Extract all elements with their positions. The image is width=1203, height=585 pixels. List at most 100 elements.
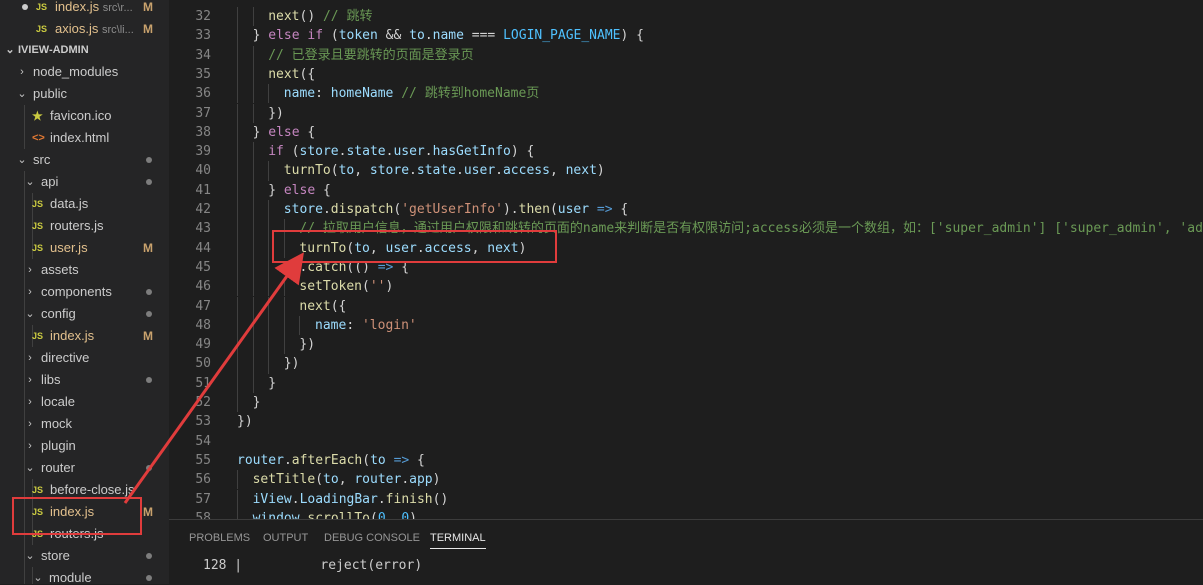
file-item[interactable]: JS before-close.js — [0, 479, 169, 501]
code-token: ( — [330, 163, 339, 179]
line-number: 33 — [195, 28, 211, 44]
code-editor[interactable]: 32 next() // 跳转 33 } else if (token && to.n… — [169, 0, 1203, 519]
code-text: // 已登录且要跳转的页面是登录页 — [268, 46, 473, 65]
code-line[interactable]: 43 // 拉取用户信息，通过用户权限和跳转的页面的name来判断是否有权限访问;… — [169, 219, 1203, 239]
code-line[interactable]: 32 next() // 跳转 — [169, 7, 1203, 27]
code-line[interactable]: 33 } else if (token && to.name === LOGIN_… — [169, 26, 1203, 46]
open-editor-item[interactable]: JS axios.js src\li... M — [0, 18, 169, 40]
tab-debug-console[interactable]: DEBUG CONSOLE — [324, 532, 420, 544]
code-line[interactable]: 52} — [169, 393, 1203, 413]
code-line[interactable]: 41} else { — [169, 180, 1203, 200]
folder-item[interactable]: ⌄ src — [0, 149, 169, 171]
file-item[interactable]: JS data.js — [0, 193, 169, 215]
code-token: ( — [283, 144, 300, 160]
code-line[interactable]: 35 next({ — [169, 64, 1203, 85]
code-text: iView.LoadingBar.finish() — [253, 490, 449, 509]
code-text: store.dispatch('getUserInfo').then(user … — [284, 200, 628, 219]
code-text: name: homeName // 跳转到homeName页 — [284, 84, 540, 103]
folder-item[interactable]: › mock — [0, 413, 169, 435]
tree-item-label: mock — [41, 416, 73, 431]
file-item[interactable]: JS user.js M — [0, 237, 169, 259]
indent-guide — [24, 567, 25, 584]
changes-dot-icon — [146, 289, 152, 295]
file-item[interactable]: JS routers.js — [0, 523, 169, 545]
code-line[interactable]: 53}) — [169, 412, 1203, 431]
file-item[interactable]: JS index.js M — [0, 501, 169, 523]
modified-badge: M — [143, 0, 153, 14]
folder-item[interactable]: ⌄ module — [0, 567, 169, 584]
folder-item[interactable]: ⌄ router — [0, 457, 169, 479]
folder-item[interactable]: › components — [0, 281, 169, 303]
code-line[interactable]: 56 setTitle(to, router.app) — [169, 470, 1203, 490]
folder-item[interactable]: › plugin — [0, 435, 169, 457]
modified-badge: M — [143, 22, 153, 36]
code-token: 0 — [377, 510, 386, 519]
code-token: => — [377, 259, 394, 275]
tree-item-label: api — [41, 174, 59, 189]
code-token: (() — [346, 259, 378, 275]
chevron-right-icon: › — [20, 66, 24, 78]
folder-item[interactable]: › directive — [0, 347, 169, 369]
tab-problems[interactable]: PROBLEMS — [189, 532, 250, 544]
code-line[interactable]: 42 store.dispatch('getUserInfo').then(use… — [169, 200, 1203, 220]
code-token: } — [268, 182, 284, 198]
file-item[interactable]: <> index.html — [0, 127, 169, 149]
code-text: if (store.state.user.hasGetInfo) { — [268, 142, 534, 161]
tree-item-label: store — [41, 548, 70, 563]
chevron-down-icon: ⌄ — [33, 572, 43, 584]
project-section-header[interactable]: ⌄ IVIEW-ADMIN — [0, 39, 169, 61]
code-line[interactable]: 57 iView.LoadingBar.finish() — [169, 489, 1203, 509]
folder-item[interactable]: › libs — [0, 369, 169, 391]
folder-item[interactable]: ⌄ api — [0, 171, 169, 193]
indent-guide — [252, 103, 254, 123]
tab-terminal[interactable]: TERMINAL — [430, 532, 486, 549]
code-token: to — [370, 452, 386, 468]
code-line[interactable]: 40 turnTo(to, store.state.user.access, ne… — [169, 161, 1203, 181]
code-line[interactable]: 37}) — [169, 103, 1203, 123]
chevron-down-icon: ⌄ — [25, 462, 35, 474]
file-item[interactable]: ★ favicon.ico — [0, 105, 169, 127]
code-line[interactable]: 51} — [169, 373, 1203, 393]
code-text: } else if (token && to.name === LOGIN_PA… — [253, 26, 644, 45]
code-token: } — [268, 375, 277, 391]
code-line[interactable]: 46 setToken('') — [169, 277, 1203, 297]
chevron-down-icon: ⌄ — [25, 176, 35, 188]
folder-item[interactable]: ⌄ store — [0, 545, 169, 567]
folder-item[interactable]: › locale — [0, 391, 169, 413]
file-item[interactable]: JS index.js M — [0, 325, 169, 347]
unsaved-dot-icon — [22, 4, 28, 10]
folder-item[interactable]: › node_modules — [0, 61, 169, 83]
code-token: , — [338, 472, 355, 488]
code-line[interactable]: 44 turnTo(to, user.access, next) — [169, 238, 1203, 258]
folder-item[interactable]: ⌄ config — [0, 303, 169, 325]
code-line[interactable]: 48 name: 'login' — [169, 315, 1203, 336]
terminal-output[interactable]: 128 | reject(error) — [203, 558, 422, 573]
folder-item[interactable]: ⌄ public — [0, 83, 169, 105]
code-line[interactable]: 39 if (store.state.user.hasGetInfo) { — [169, 142, 1203, 162]
code-token: access — [502, 163, 550, 179]
code-line[interactable]: 50}) — [169, 354, 1203, 374]
code-line[interactable]: 58 window.scrollTo(0, 0) — [169, 508, 1203, 519]
code-line[interactable]: 38} else { — [169, 122, 1203, 143]
code-token: 'getUserInfo' — [401, 202, 503, 217]
changes-dot-icon — [146, 179, 152, 185]
code-line[interactable]: 47 next({ — [169, 296, 1203, 316]
open-editor-item[interactable]: JS index.js src\r... M — [0, 0, 169, 18]
tab-output[interactable]: OUTPUT — [263, 532, 308, 544]
code-line[interactable]: 36 name: homeName // 跳转到homeName页 — [169, 84, 1203, 104]
code-token: '' — [369, 279, 386, 295]
code-text: next({ — [299, 297, 346, 316]
code-line[interactable]: 34 // 已登录且要跳转的页面是登录页 — [169, 45, 1203, 65]
indent-guide — [268, 335, 270, 355]
js-icon: JS — [32, 243, 44, 253]
code-token: ({ — [299, 66, 316, 82]
code-text: // 拉取用户信息，通过用户权限和跳转的页面的name来判断是否有权限访问;ac… — [299, 219, 1203, 238]
code-line[interactable]: 45}).catch(() => { — [169, 257, 1203, 278]
file-item[interactable]: JS routers.js — [0, 215, 169, 237]
code-line[interactable]: 54 — [169, 432, 1203, 451]
indent-guide — [237, 7, 238, 27]
code-line[interactable]: 55 router.afterEach(to => { — [169, 451, 1203, 470]
code-line[interactable]: 49}) — [169, 335, 1203, 355]
code-token: name — [283, 86, 316, 102]
folder-item[interactable]: › assets — [0, 259, 169, 281]
